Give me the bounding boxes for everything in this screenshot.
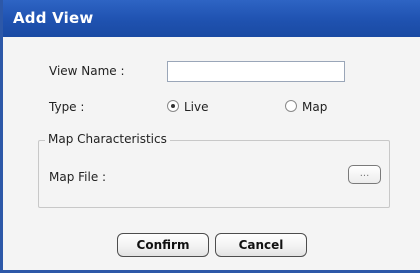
radio-map-label: Map (302, 100, 328, 114)
map-file-label: Map File : (49, 170, 107, 184)
map-characteristics-legend: Map Characteristics (45, 132, 170, 146)
browse-map-file-button[interactable]: ... (348, 165, 381, 184)
add-view-dialog: Add View View Name : Type : Live Map Map… (0, 0, 420, 273)
radio-icon-unselected[interactable] (285, 100, 297, 112)
window-title: Add View (13, 9, 94, 27)
cancel-button[interactable]: Cancel (215, 233, 307, 257)
radio-icon-selected[interactable] (167, 100, 179, 112)
confirm-button[interactable]: Confirm (117, 233, 209, 257)
type-label: Type : (49, 100, 85, 114)
view-name-input[interactable] (167, 61, 345, 82)
view-name-label: View Name : (49, 64, 125, 78)
radio-live-label: Live (184, 100, 209, 114)
title-bar[interactable]: Add View (3, 0, 420, 37)
